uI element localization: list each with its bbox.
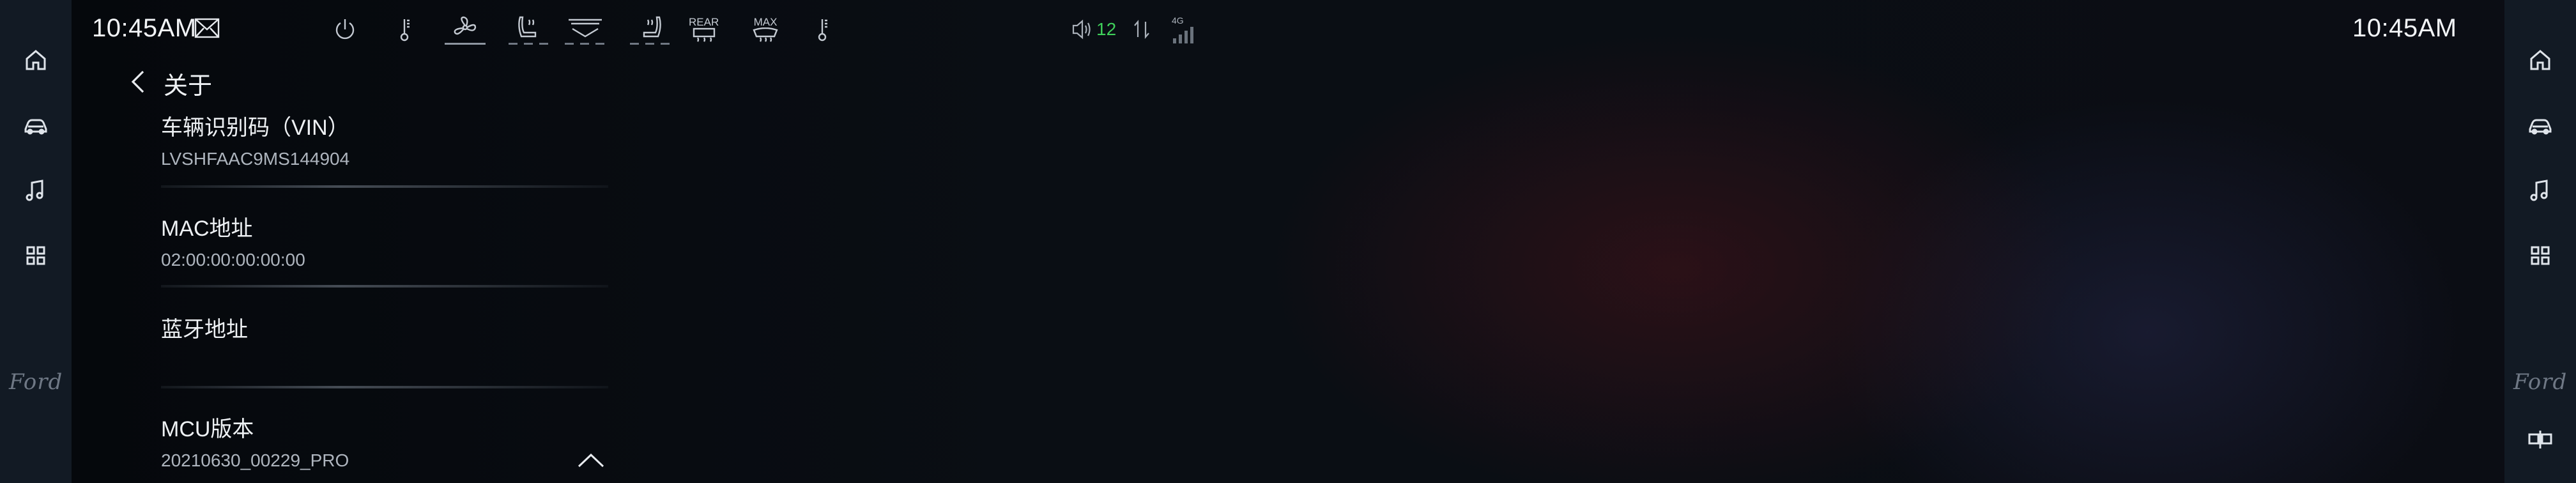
thermometer-icon-passenger[interactable]: [818, 12, 831, 47]
item-value: LVSHFAAC9MS144904: [161, 149, 350, 169]
mail-icon[interactable]: [194, 17, 220, 42]
item-label: 车辆识别码（VIN）: [161, 116, 349, 140]
page-header: 关于: [126, 66, 212, 101]
volume-level: 12: [1096, 19, 1117, 39]
status-time-left: 10:45AM: [92, 14, 197, 42]
data-transfer-icon: [1132, 18, 1151, 44]
ford-logo: Ford: [9, 369, 63, 395]
list-item-bluetooth-address: 蓝牙地址: [161, 312, 608, 351]
split-screen-icon[interactable]: [2525, 424, 2556, 455]
item-value: 20210630_00229_PRO: [161, 450, 349, 470]
divider: [161, 185, 608, 188]
max-defrost-icon[interactable]: MAX: [751, 12, 779, 47]
ford-logo: Ford: [2513, 369, 2568, 395]
list-item-vin: 车辆识别码（VIN） LVSHFAAC9MS144904: [161, 110, 608, 169]
heated-seat-driver-icon[interactable]: [509, 12, 549, 47]
car-icon[interactable]: [20, 110, 51, 141]
home-icon[interactable]: [20, 45, 51, 75]
status-time-right: 10:45AM: [2352, 14, 2457, 42]
car-icon[interactable]: [2525, 110, 2556, 141]
list-item-mcu-version: MCU版本 20210630_00229_PRO: [161, 411, 608, 471]
rear-defrost-icon[interactable]: REAR: [689, 12, 719, 47]
music-note-icon[interactable]: [20, 175, 51, 206]
signal-bars-icon: [1173, 27, 1193, 43]
item-label: MCU版本: [161, 417, 254, 441]
scroll-up-icon[interactable]: [576, 451, 606, 472]
item-label: MAC地址: [161, 217, 253, 241]
windshield-defrost-icon[interactable]: [565, 12, 606, 47]
left-sidebar: Ford: [0, 0, 72, 483]
back-arrow-icon[interactable]: [126, 69, 148, 98]
divider: [161, 285, 608, 288]
cellular-signal: 4G: [1172, 15, 1197, 43]
volume-indicator: 12: [1071, 18, 1116, 41]
heated-seat-passenger-icon[interactable]: [630, 12, 671, 47]
music-note-icon[interactable]: [2525, 175, 2556, 206]
fan-icon[interactable]: [445, 12, 486, 47]
list-item-mac-address: MAC地址 02:00:00:00:00:00: [161, 211, 608, 270]
page-title: 关于: [164, 73, 213, 100]
apps-grid-icon[interactable]: [20, 240, 51, 271]
item-label: 蓝牙地址: [161, 318, 248, 342]
signal-label: 4G: [1172, 15, 1184, 26]
home-icon[interactable]: [2525, 45, 2556, 75]
thermometer-icon[interactable]: [400, 12, 413, 47]
item-value: 02:00:00:00:00:00: [161, 250, 305, 270]
apps-grid-icon[interactable]: [2525, 240, 2556, 271]
right-sidebar: Ford: [2504, 0, 2576, 483]
divider: [161, 386, 608, 388]
power-icon[interactable]: [332, 12, 358, 47]
